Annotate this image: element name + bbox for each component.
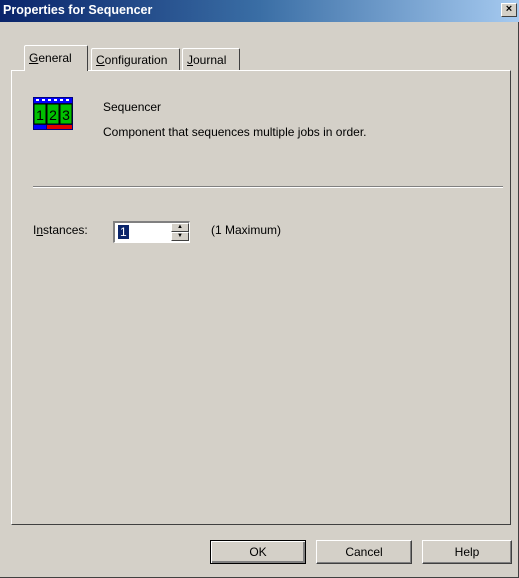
tab-panel-general bbox=[11, 70, 511, 525]
close-button[interactable]: × bbox=[501, 3, 517, 17]
tab-general-label: General bbox=[29, 51, 72, 65]
ok-button[interactable]: OK bbox=[210, 540, 306, 564]
title-bar[interactable]: Properties for Sequencer × bbox=[0, 0, 519, 22]
tab-general[interactable]: General bbox=[24, 45, 88, 71]
tab-configuration[interactable]: Configuration bbox=[91, 48, 180, 70]
close-icon: × bbox=[505, 3, 513, 15]
window-title: Properties for Sequencer bbox=[3, 3, 153, 17]
properties-dialog: Properties for Sequencer × General Confi… bbox=[0, 0, 519, 578]
tab-configuration-label: Configuration bbox=[96, 53, 168, 67]
tab-journal[interactable]: Journal bbox=[182, 48, 240, 70]
help-button[interactable]: Help bbox=[422, 540, 512, 564]
tab-journal-label: Journal bbox=[187, 53, 227, 67]
cancel-button[interactable]: Cancel bbox=[316, 540, 412, 564]
